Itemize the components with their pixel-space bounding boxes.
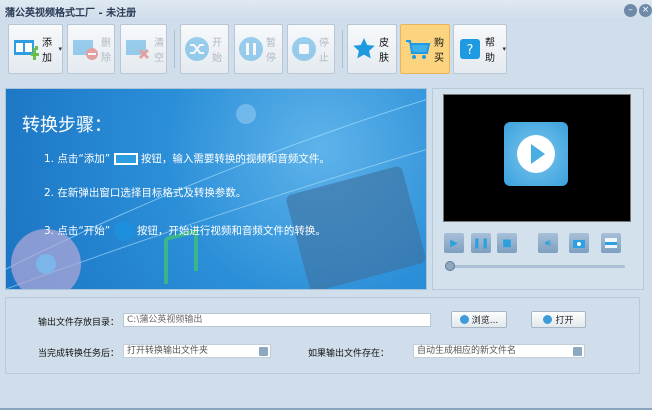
browse-button[interactable]: 浏览...	[451, 311, 507, 328]
chevron-down-icon	[573, 347, 582, 356]
snapshot-button[interactable]	[569, 233, 589, 253]
camera-icon	[573, 240, 585, 248]
after-complete-select[interactable]: 打开转换输出文件夹	[123, 344, 271, 358]
step-3: 3. 点击“开始” 按钮，开始进行视频和音频文件的转换。	[44, 221, 326, 241]
step-1: 1. 点击“添加” 按钮，输入需要转换的视频和音频文件。	[44, 153, 330, 165]
toolbar-divider	[342, 30, 343, 68]
window-title: 蒲公英视频格式工厂 - 未注册	[5, 8, 137, 19]
pause-icon	[239, 36, 263, 62]
add-button[interactable]: 添加 ▾	[8, 24, 63, 74]
play-large-button[interactable]	[504, 122, 568, 186]
play-button[interactable]: ▶	[444, 233, 464, 253]
open-folder-button[interactable]	[601, 233, 621, 253]
seek-slider-thumb[interactable]	[445, 261, 455, 271]
conversion-steps-banner: 转换步骤： 1. 点击“添加” 按钮，输入需要转换的视频和音频文件。 2. 在新…	[5, 88, 427, 290]
if-exists-select[interactable]: 自动生成相应的新文件名	[413, 344, 585, 358]
output-settings-panel: 输出文件存放目录： C:\蒲公英视频输出 浏览... 打开 当完成转换任务后： …	[5, 297, 640, 374]
output-dir-label: 输出文件存放目录：	[38, 318, 120, 328]
stop-icon	[292, 36, 316, 62]
browse-icon	[459, 315, 469, 324]
clear-button[interactable]: 清空	[120, 24, 167, 74]
skin-button[interactable]: 皮肤	[347, 24, 397, 74]
close-button[interactable]: ×	[639, 4, 652, 17]
step-2: 2. 在新弹出窗口选择目标格式及转换参数。	[44, 187, 247, 199]
pause-button[interactable]: ❚❚	[471, 233, 491, 253]
open-icon	[543, 315, 553, 324]
open-button[interactable]: 打开	[531, 311, 586, 328]
title-bar: 蒲公英视频格式工厂 - 未注册 – ×	[0, 0, 652, 22]
shuffle-icon	[185, 36, 209, 62]
film-add-icon	[113, 153, 138, 165]
minimize-button[interactable]: –	[624, 4, 637, 17]
seek-slider[interactable]	[447, 265, 625, 268]
start-button[interactable]: 开始	[180, 24, 229, 74]
toolbar-divider	[174, 30, 175, 68]
shuffle-icon	[113, 221, 134, 241]
help-button[interactable]: ? 帮助 ▾	[453, 24, 507, 74]
output-dir-input[interactable]: C:\蒲公英视频输出	[123, 313, 431, 327]
buy-button[interactable]: 购买	[400, 24, 450, 74]
svg-text:?: ?	[467, 43, 474, 58]
star-icon	[352, 36, 376, 62]
chevron-down-icon: ▾	[58, 45, 62, 53]
stop-button[interactable]: ■	[497, 233, 517, 253]
folder-icon	[605, 238, 617, 248]
shopping-cart-icon	[405, 36, 431, 62]
preview-player: ▶ ❚❚ ■ 🔊︎	[432, 88, 644, 290]
chevron-down-icon: ▾	[502, 45, 506, 53]
volume-button[interactable]: 🔊︎	[538, 233, 558, 253]
play-icon	[517, 135, 555, 173]
chevron-down-icon	[259, 347, 268, 356]
after-complete-label: 当完成转换任务后：	[38, 349, 120, 359]
delete-button[interactable]: 删除	[67, 24, 115, 74]
film-clear-icon	[125, 36, 151, 62]
if-exists-label: 如果输出文件存在：	[308, 349, 390, 359]
help-icon: ?	[458, 36, 482, 62]
video-preview	[443, 94, 631, 222]
steps-heading: 转换步骤：	[22, 115, 112, 136]
stop-button[interactable]: 停止	[287, 24, 335, 74]
film-remove-icon	[72, 36, 98, 62]
pause-button[interactable]: 暂停	[234, 24, 283, 74]
film-add-icon	[13, 36, 39, 62]
